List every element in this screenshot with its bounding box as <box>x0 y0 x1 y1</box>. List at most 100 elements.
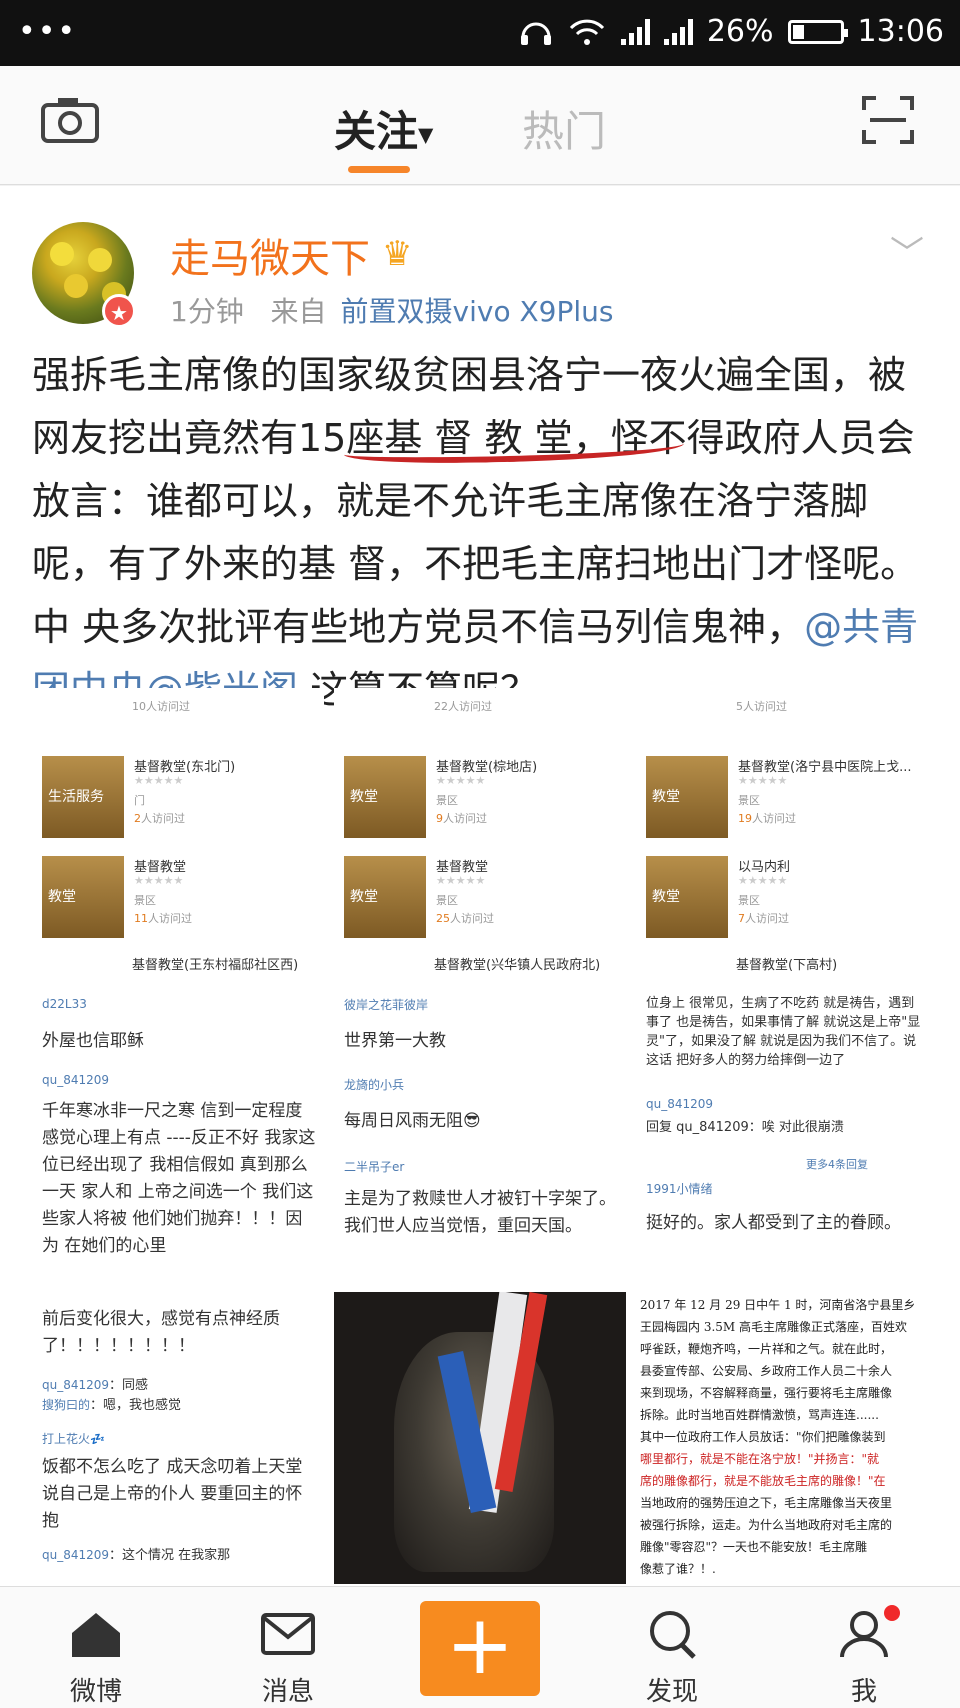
image-thumbnail-4[interactable]: d22L33 外屋也信耶稣 qu_841209 千年寒冰非一尺之寒 信到一定程度… <box>32 990 324 1282</box>
comment-reply: qu_841209：同感 <box>42 1378 149 1393</box>
comment-text: 每周日风雨无阻😎 <box>344 1108 619 1135</box>
comment-body: 饭都不怎么吃了 成天念叨着上天堂 说自己是上帝的仆人 要重回主的怀抱 <box>42 1457 303 1531</box>
visit-suffix: 人访问过 <box>745 912 789 925</box>
visit-count: 9 <box>436 812 443 825</box>
map-card: 教堂 基督教堂(棕地店) ★★★★★ 景区 9人访问过 <box>344 748 624 844</box>
map-sub: 景区 <box>436 894 458 907</box>
map-visits: 9人访问过 <box>436 810 487 826</box>
clock: 13:06 <box>857 14 944 49</box>
image-thumbnail-7[interactable]: 前后变化很大，感觉有点神经质了！！！！！！！！ qu_841209：同感 搜狗曰… <box>32 1292 324 1584</box>
image-thumbnail-8[interactable] <box>334 1292 626 1584</box>
map-title: 基督教堂(棕地店) <box>436 760 538 775</box>
more-replies-link: 更多4条回复 <box>806 1158 868 1171</box>
tab-weibo-label: 微博 <box>69 1677 122 1707</box>
tab-hot[interactable]: 热门 <box>522 98 606 159</box>
map-sub: 景区 <box>436 794 458 807</box>
bottom-tab-bar: 微博 消息 + 发现 我 <box>0 1586 960 1708</box>
rating-stars-icon: ★★★★★ <box>134 874 184 887</box>
tab-discover-label: 发现 <box>645 1677 698 1707</box>
comment-username: qu_841209 <box>42 1548 110 1562</box>
scan-icon[interactable] <box>862 96 914 144</box>
comment-reply: 回复 qu_841209：唉 对此很崩溃 <box>646 1120 844 1135</box>
map-card: 教堂 基督教堂 ★★★★★ 景区 11人访问过 <box>42 848 322 944</box>
post-text-main: 强拆毛主席像的国家级贫困县洛宁一夜火遍全国，被网友挖出竟然有15座基 督 教 堂… <box>32 353 919 649</box>
search-icon <box>650 1611 696 1659</box>
mail-icon <box>261 1613 315 1655</box>
tab-weibo[interactable]: 微博 <box>26 1587 166 1708</box>
battery-icon <box>787 19 848 44</box>
comment-reply: 搜狗曰的：嗯，我也感觉 <box>42 1398 182 1413</box>
map-title: 以马内利 <box>738 860 791 875</box>
visit-count: 11 <box>134 912 148 925</box>
map-visits: 22人访问过 <box>434 700 492 713</box>
rating-stars-icon: ★★★★★ <box>436 874 486 887</box>
map-title: 基督教堂(下高村) <box>736 958 838 973</box>
comment-username: 搜狗曰的 <box>42 1398 91 1412</box>
map-thumb-label: 教堂 <box>350 789 378 805</box>
visit-suffix: 人访问过 <box>141 812 185 825</box>
map-title: 基督教堂 <box>134 860 187 875</box>
tab-me-label: 我 <box>850 1677 877 1707</box>
map-title: 基督教堂(兴华镇人民政府北) <box>434 958 601 973</box>
top-nav: 关注▼ 热门 <box>0 66 960 185</box>
comment-user: qu_841209 <box>42 1072 317 1088</box>
comment-username: d22L33 <box>42 997 87 1011</box>
map-card: 教堂 基督教堂 ★★★★★ 景区 25人访问过 <box>344 848 624 944</box>
compose-button[interactable]: + <box>420 1601 540 1696</box>
image-thumbnail-2[interactable]: 22人访问过 教堂 基督教堂(棕地店) ★★★★★ 景区 9人访问过 教堂 基督… <box>334 688 626 980</box>
tab-me[interactable]: 我 <box>794 1587 934 1708</box>
comment-text: 前后变化很大，感觉有点神经质了！！！！！！！！ <box>42 1306 317 1360</box>
tab-discover[interactable]: 发现 <box>602 1587 742 1708</box>
verified-badge-icon: ★ <box>102 294 136 328</box>
post-username[interactable]: 走马微天下 <box>170 226 370 284</box>
home-icon <box>72 1613 120 1657</box>
map-title: 基督教堂(王东村福邸社区西) <box>132 958 299 973</box>
map-sub: 景区 <box>738 794 760 807</box>
map-visits: 11人访问过 <box>134 910 192 926</box>
comment-body: 主是为了救赎世人才被钉十字架了。我们世人应当觉悟，重回天国。 <box>344 1189 616 1236</box>
visit-count: 2 <box>134 812 141 825</box>
comment-username: qu_841209 <box>42 1378 110 1392</box>
camera-icon[interactable] <box>40 96 100 144</box>
notification-dots: ••• <box>18 14 78 49</box>
comment-user: 二半吊子er <box>344 1158 619 1175</box>
comment-username: 二半吊子er <box>344 1160 405 1174</box>
comment-body: 前后变化很大，感觉有点神经质了！！！！！！！！ <box>42 1309 280 1356</box>
map-card: 教堂 以马内利 ★★★★★ 景区 7人访问过 <box>646 848 926 944</box>
map-thumb: 教堂 <box>344 756 426 838</box>
tab-messages[interactable]: 消息 <box>218 1587 358 1708</box>
image-thumbnail-3[interactable]: 5人访问过 教堂 基督教堂(洛宁县中医院上戈... ★★★★★ 景区 19人访问… <box>636 688 928 980</box>
image-grid: 10人访问过 生活服务 基督教堂(东北门) ★★★★★ 门 2人访问过 教堂 基… <box>32 688 928 1584</box>
image-thumbnail-6[interactable]: 位身上 很常见，生病了不吃药 就是祷告，遇到事了 也是祷告，如果事情了解 就说这… <box>636 990 928 1282</box>
map-thumb: 教堂 <box>646 756 728 838</box>
image-thumbnail-1[interactable]: 10人访问过 生活服务 基督教堂(东北门) ★★★★★ 门 2人访问过 教堂 基… <box>32 688 324 980</box>
map-thumb: 生活服务 <box>42 756 124 838</box>
comment-user: 1991小情绪 <box>646 1180 921 1197</box>
comment-body: 这个情况 在我家那 <box>122 1548 231 1563</box>
map-thumb-label: 教堂 <box>48 889 76 905</box>
post-text: 强拆毛主席像的国家级贫困县洛宁一夜火遍全国，被网友挖出竟然有15座基 督 教 堂… <box>32 344 932 722</box>
map-thumb-label: 教堂 <box>652 889 680 905</box>
comment-username: qu_841209 <box>42 1073 110 1087</box>
post-source[interactable]: 前置双摄vivo X9Plus <box>341 295 614 328</box>
comment-text: 位身上 很常见，生病了不吃药 就是祷告，遇到事了 也是祷告，如果事情了解 就说这… <box>646 996 921 1068</box>
map-visits: 7人访问过 <box>738 910 789 926</box>
map-title: 基督教堂 <box>436 860 489 875</box>
vip-crown-icon: ♛ <box>382 234 413 274</box>
post-time: 1分钟 <box>170 295 244 328</box>
comment-user: qu_841209 <box>646 1096 921 1112</box>
visit-suffix: 人访问过 <box>148 912 192 925</box>
image-thumbnail-5[interactable]: 彼岸之花菲彼岸 世界第一大教 龙旖的小兵 每周日风雨无阻😎 二半吊子er 主是为… <box>334 990 626 1282</box>
comment-text: 千年寒冰非一尺之寒 信到一定程度 感觉心理上有点 ----反正不好 我家这位已经… <box>42 1098 317 1260</box>
chevron-down-icon[interactable]: ﹀ <box>890 226 924 275</box>
comment-body: 世界第一大教 <box>344 1031 446 1051</box>
post-card: ★ 走马微天下 ♛ 1分钟 来自 前置双摄vivo X9Plus ﹀ 强拆毛主席像… <box>0 186 960 1586</box>
image-thumbnail-9[interactable]: 2017 年 12 月 29 日中午 1 时，河南省洛宁县里乡 王园梅园内 3.… <box>636 1292 928 1584</box>
comment-user: 打上花火💤 <box>42 1430 317 1447</box>
headset-icon <box>520 22 551 45</box>
visit-suffix: 人访问过 <box>450 912 494 925</box>
map-thumb: 教堂 <box>344 856 426 938</box>
tab-follow[interactable]: 关注▼ <box>334 98 433 159</box>
map-thumb-label: 生活服务 <box>48 789 104 805</box>
visit-count: 7 <box>738 912 745 925</box>
